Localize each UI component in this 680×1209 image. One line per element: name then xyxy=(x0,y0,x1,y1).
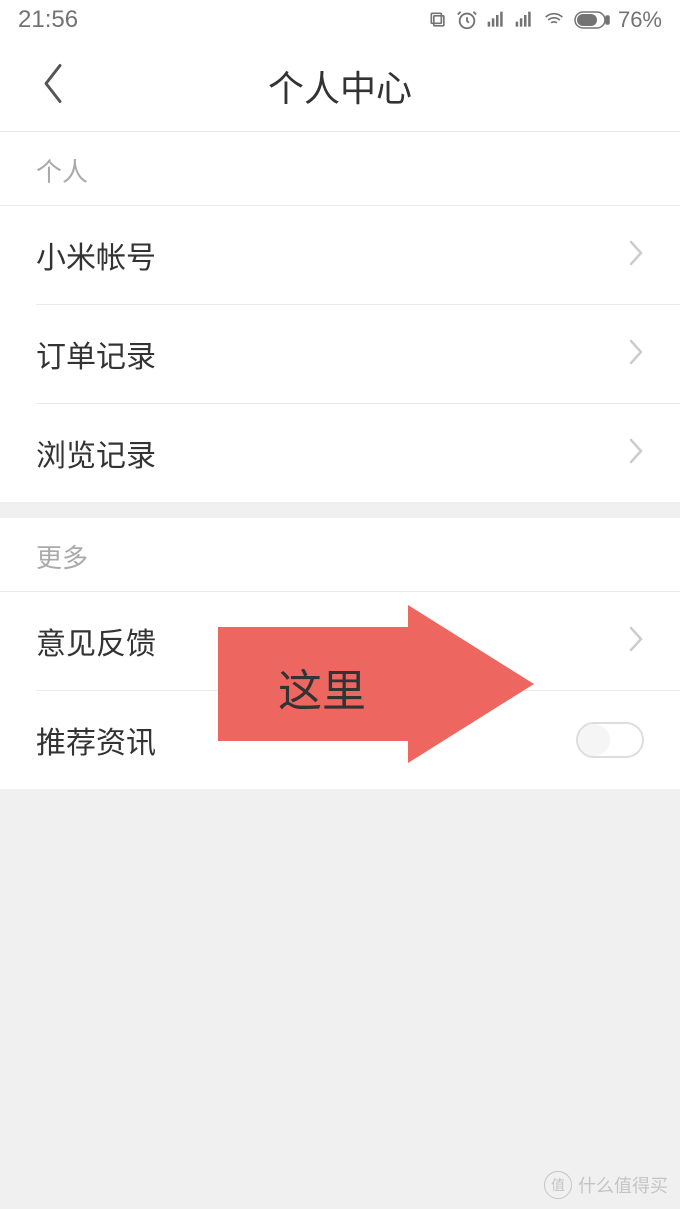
chevron-right-icon xyxy=(628,239,644,272)
section-gap xyxy=(0,502,680,518)
more-list: 意见反馈 推荐资讯 xyxy=(0,592,680,789)
list-item-label: 浏览记录 xyxy=(36,431,156,475)
chevron-right-icon xyxy=(628,338,644,371)
list-item-label: 意见反馈 xyxy=(36,619,156,663)
wifi-icon xyxy=(542,10,566,30)
list-item-label: 小米帐号 xyxy=(36,233,156,277)
back-button[interactable] xyxy=(40,61,66,110)
chevron-right-icon xyxy=(628,437,644,470)
chevron-left-icon xyxy=(40,61,66,105)
signal-icon xyxy=(486,10,506,30)
status-icons: 76% xyxy=(428,7,662,33)
watermark-logo: 值 xyxy=(544,1171,572,1199)
recommend-news-toggle[interactable] xyxy=(576,722,644,758)
order-history-item[interactable]: 订单记录 xyxy=(0,305,680,403)
list-item-label: 推荐资讯 xyxy=(36,718,156,762)
browse-history-item[interactable]: 浏览记录 xyxy=(0,404,680,502)
feedback-item[interactable]: 意见反馈 xyxy=(0,592,680,690)
list-item-label: 订单记录 xyxy=(36,332,156,376)
watermark: 值 什么值得买 xyxy=(544,1171,668,1199)
status-time: 21:56 xyxy=(18,6,78,34)
battery-icon xyxy=(574,11,610,29)
alarm-icon xyxy=(456,9,478,31)
status-bar: 21:56 76% xyxy=(0,0,680,40)
mi-account-item[interactable]: 小米帐号 xyxy=(0,206,680,304)
page-title: 个人中心 xyxy=(0,60,680,112)
chevron-right-icon xyxy=(628,625,644,658)
app-header: 个人中心 xyxy=(0,40,680,132)
signal-icon-2 xyxy=(514,10,534,30)
recommend-news-item: 推荐资讯 xyxy=(0,691,680,789)
copy-icon xyxy=(428,10,448,30)
personal-list: 小米帐号 订单记录 浏览记录 xyxy=(0,206,680,502)
battery-percent: 76% xyxy=(618,7,662,33)
toggle-knob xyxy=(578,724,610,756)
section-header-more: 更多 xyxy=(0,518,680,592)
watermark-text: 什么值得买 xyxy=(578,1172,668,1198)
section-header-personal: 个人 xyxy=(0,132,680,206)
